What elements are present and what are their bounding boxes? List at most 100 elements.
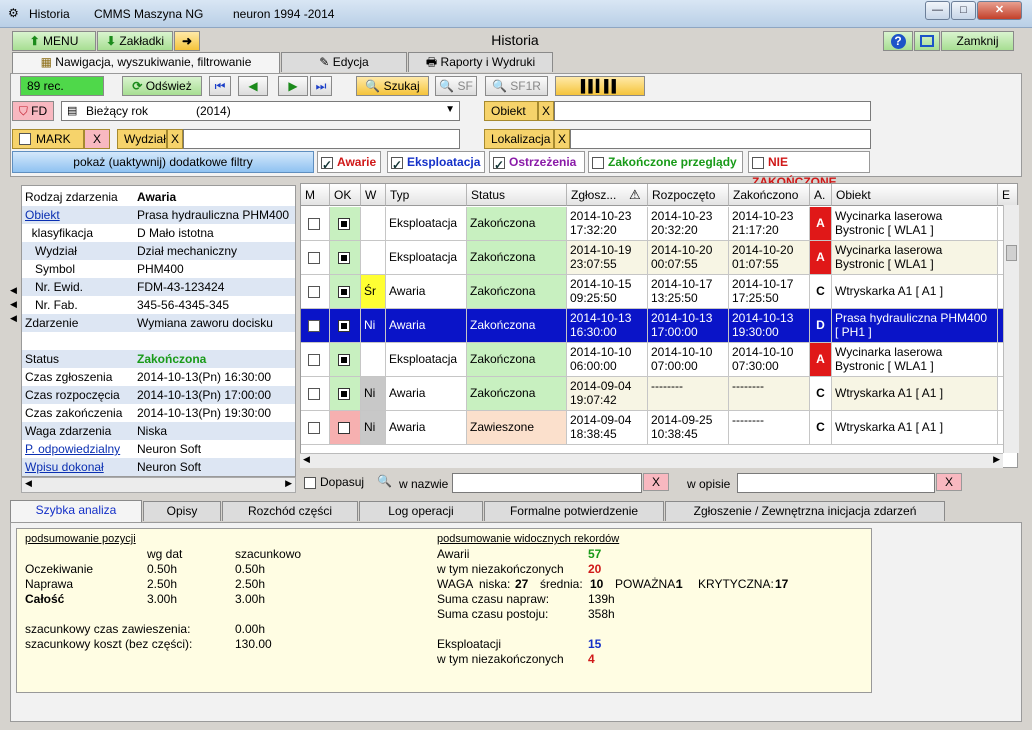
- bottom-tab[interactable]: Rozchód części: [222, 501, 358, 521]
- table-row[interactable]: Ni Awaria Zakończona 2014-10-13 16:30:00 2014…: [301, 309, 1017, 343]
- table-row[interactable]: Eksploatacja Zakończona 2014-10-23 17:32:20…: [301, 207, 1017, 241]
- warnings-filter[interactable]: Ostrzeżenia: [489, 151, 585, 175]
- search-button[interactable]: 🔍 Szukaj: [356, 76, 429, 96]
- bookmarks-button[interactable]: ⬇ Zakładki: [97, 31, 173, 51]
- splitter-handle[interactable]: ◀ ◀ ◀: [10, 285, 18, 375]
- column-header[interactable]: Zakończono: [729, 184, 810, 206]
- scroll-thumb[interactable]: [1006, 245, 1017, 261]
- bottom-tab[interactable]: Formalne potwierdzenie: [484, 501, 664, 521]
- search-icon: 🔍: [365, 79, 381, 93]
- bottom-tab[interactable]: Szybka analiza: [10, 500, 142, 522]
- bottom-tab[interactable]: Opisy: [143, 501, 221, 521]
- menu-button[interactable]: ⬆ MENU: [12, 31, 96, 51]
- exit-arrow-button[interactable]: ➜: [174, 31, 200, 51]
- ok-checkbox[interactable]: [338, 353, 350, 366]
- refresh-button[interactable]: ⟳ Odśwież: [122, 76, 202, 96]
- column-header[interactable]: W: [361, 184, 386, 206]
- detail-row: Waga zdarzenia Niska: [22, 422, 295, 440]
- detail-row: Czas zakończenia 2014-10-13(Pn) 19:30:00: [22, 404, 295, 422]
- column-header[interactable]: Typ: [386, 184, 467, 206]
- first-record-button[interactable]: ⏮: [209, 76, 231, 96]
- row-mark-checkbox[interactable]: [308, 217, 320, 230]
- grid-hscrollbar[interactable]: ◀ ▶: [300, 453, 1003, 468]
- maximize-button[interactable]: □: [951, 1, 976, 20]
- column-header[interactable]: Status: [467, 184, 567, 206]
- close-button[interactable]: Zamknij: [941, 31, 1014, 51]
- ok-checkbox[interactable]: [338, 319, 350, 332]
- detail-key[interactable]: Obiekt: [25, 206, 133, 224]
- failures-filter[interactable]: Awarie: [317, 151, 381, 175]
- ok-checkbox[interactable]: [338, 251, 350, 264]
- completed-reviews-checkbox[interactable]: [592, 156, 604, 169]
- description-search-clear[interactable]: X: [936, 473, 962, 491]
- row-mark-checkbox[interactable]: [308, 353, 320, 366]
- filter-fd-button[interactable]: ⛉ FD: [12, 101, 54, 121]
- help-button[interactable]: ?: [883, 31, 913, 51]
- minimize-button[interactable]: —: [925, 1, 950, 20]
- not-completed-filter[interactable]: NIE ZAKOŃCZONE: [748, 151, 870, 189]
- bottom-tab[interactable]: Zgłoszenie / Zewnętrzna inicjacja zdarze…: [665, 501, 945, 521]
- failures-checkbox[interactable]: [321, 155, 333, 175]
- mark-checkbox[interactable]: [19, 133, 31, 145]
- column-header[interactable]: M: [301, 184, 330, 206]
- row-mark-checkbox[interactable]: [308, 421, 320, 434]
- detail-key[interactable]: Wpisu dokonał: [25, 458, 133, 476]
- mark-clear[interactable]: X: [84, 129, 110, 149]
- column-header[interactable]: Obiekt: [832, 184, 998, 206]
- row-mark-checkbox[interactable]: [308, 387, 320, 400]
- ok-cell: [330, 309, 361, 342]
- column-header[interactable]: Rozpoczęto: [648, 184, 729, 206]
- ok-checkbox[interactable]: [338, 217, 350, 230]
- department-filter-clear[interactable]: X: [167, 129, 183, 149]
- tab-edit[interactable]: ✎ Edycja: [281, 52, 407, 72]
- window-close-button[interactable]: ✕: [977, 1, 1022, 20]
- name-search-clear[interactable]: X: [643, 473, 669, 491]
- object-filter-input[interactable]: [554, 101, 871, 121]
- ok-checkbox[interactable]: [338, 387, 350, 400]
- description-search-input[interactable]: [737, 473, 935, 493]
- mark-filter[interactable]: MARK: [12, 129, 84, 149]
- ok-checkbox[interactable]: [338, 285, 350, 298]
- warnings-checkbox[interactable]: [493, 155, 505, 175]
- operation-value: 15: [588, 637, 602, 651]
- sf-button[interactable]: 🔍 SF: [435, 76, 477, 96]
- ok-checkbox[interactable]: [338, 421, 350, 434]
- table-row[interactable]: Eksploatacja Zakończona 2014-10-10 06:00:00…: [301, 343, 1017, 377]
- sf1r-button[interactable]: 🔍 SF1R: [485, 76, 548, 96]
- date-cell: 2014-10-10 07:30:00: [729, 343, 810, 376]
- window-layout-button[interactable]: [914, 31, 940, 51]
- previous-record-button[interactable]: ◀: [238, 76, 268, 96]
- grid-vscrollbar[interactable]: [1003, 205, 1019, 453]
- name-search-input[interactable]: [452, 473, 642, 493]
- period-select[interactable]: ▤ Bieżący rok (2014) ▼: [61, 101, 460, 121]
- tab-reports[interactable]: 🖶 Raporty i Wydruki: [408, 52, 553, 72]
- fit-checkbox[interactable]: [304, 476, 316, 489]
- row-mark-checkbox[interactable]: [308, 251, 320, 264]
- row-mark-checkbox[interactable]: [308, 319, 320, 332]
- completed-reviews-filter[interactable]: Zakończone przeglądy: [588, 151, 743, 173]
- department-filter-input[interactable]: [183, 129, 460, 149]
- details-hscrollbar[interactable]: ◀ ▶: [21, 477, 296, 493]
- operation-checkbox[interactable]: [391, 155, 403, 175]
- more-filters-button[interactable]: pokaż (uaktywnij) dodatkowe filtry: [12, 151, 314, 173]
- table-row[interactable]: Eksploatacja Zakończona 2014-10-19 23:07:55…: [301, 241, 1017, 275]
- last-record-button[interactable]: ⏭: [310, 76, 332, 96]
- fit-filter[interactable]: Dopasuj: [304, 473, 372, 493]
- tab-navigation[interactable]: ▦ Nawigacja, wyszukiwanie, filtrowanie: [12, 52, 280, 74]
- bottom-tab[interactable]: Log operacji: [359, 501, 483, 521]
- location-filter-clear[interactable]: X: [554, 129, 570, 149]
- barcode-button[interactable]: ▌▌▍▌▌: [555, 76, 645, 96]
- detail-key[interactable]: P. odpowiedzialny: [25, 440, 133, 458]
- column-header[interactable]: OK: [330, 184, 361, 206]
- column-header[interactable]: E: [998, 184, 1017, 206]
- not-completed-checkbox[interactable]: [752, 156, 764, 169]
- location-filter-input[interactable]: [570, 129, 871, 149]
- column-header[interactable]: A.: [810, 184, 832, 206]
- operation-filter[interactable]: Eksploatacja: [387, 151, 485, 175]
- table-row[interactable]: Śr Awaria Zakończona 2014-10-15 09:25:50 2014…: [301, 275, 1017, 309]
- table-row[interactable]: Ni Awaria Zakończona 2014-09-04 19:07:42 ----…: [301, 377, 1017, 411]
- next-record-button[interactable]: ▶: [278, 76, 308, 96]
- row-mark-checkbox[interactable]: [308, 285, 320, 298]
- object-filter-clear[interactable]: X: [538, 101, 554, 121]
- table-row[interactable]: Ni Awaria Zawieszone 2014-09-04 18:38:45 2014…: [301, 411, 1017, 445]
